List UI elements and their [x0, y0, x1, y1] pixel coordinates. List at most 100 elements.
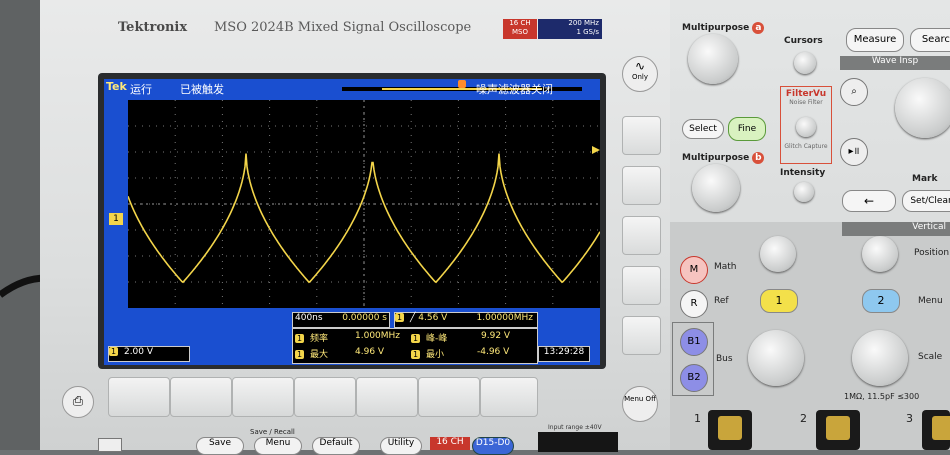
input-range-label: Input range ±40V	[548, 424, 602, 431]
digital-probe-connector	[538, 432, 618, 452]
print-button[interactable]: ⎙	[62, 386, 94, 418]
ch2-scale-knob[interactable]	[852, 330, 908, 386]
save-button[interactable]: Save	[196, 437, 244, 455]
b2-button[interactable]: B2	[680, 364, 708, 392]
menu-label: Menu	[918, 296, 943, 306]
default-setup-button[interactable]: Default	[312, 437, 360, 455]
scale-label: Scale	[918, 352, 943, 362]
ref-button[interactable]: R	[680, 290, 708, 318]
pan-zoom-knob[interactable]	[895, 78, 950, 138]
ch1-menu-button[interactable]: 1	[760, 289, 798, 313]
set-clear-button[interactable]: Set/Clear	[902, 190, 950, 212]
side-button-2[interactable]	[622, 166, 661, 205]
model-name: MSO 2024B Mixed Signal Oscilloscope	[214, 20, 472, 35]
pkpk-value: 9.92 V	[481, 331, 511, 341]
spec-line2: 1 GS/s	[576, 28, 599, 36]
select-button[interactable]: Select	[682, 119, 724, 139]
wave-inspector-header: Wave Insp	[840, 56, 950, 70]
digital-channels-button[interactable]: D15-D0	[472, 437, 514, 455]
multipurpose-b-knob[interactable]	[692, 164, 740, 212]
position-label: Position	[914, 248, 950, 258]
trigger-slope-icon: ╱	[409, 313, 416, 323]
impedance-label: 1MΩ, 11.5pF ≤300	[844, 392, 920, 401]
bottom-button-3[interactable]	[232, 377, 294, 417]
side-button-3[interactable]	[622, 216, 661, 255]
arrow-left-icon: ←	[863, 194, 875, 208]
trigger-level: 4.56 V	[418, 313, 448, 323]
ch3-input-connector[interactable]	[922, 410, 950, 450]
ch1-scale-knob[interactable]	[748, 330, 804, 386]
side-button-5[interactable]	[622, 316, 661, 355]
fine-button[interactable]: Fine	[728, 117, 766, 141]
side-button-1[interactable]	[622, 116, 661, 155]
max-value: 4.96 V	[355, 347, 385, 357]
trigger-level-marker	[592, 146, 600, 154]
measure-button[interactable]: Measure	[846, 28, 904, 52]
side-button-4[interactable]	[622, 266, 661, 305]
bottom-button-7[interactable]	[480, 377, 538, 417]
measurement-panel: 400ns 0.00000 s 1 ╱ 4.56 V 1.00000MHz 1 …	[104, 310, 600, 365]
trigger-channel-badge: 1	[395, 313, 405, 322]
glitch-capture-label: Glitch Capture	[784, 143, 828, 150]
min-label: 最小	[425, 350, 444, 360]
timebase-box: 400ns 0.00000 s	[292, 312, 390, 328]
channel-badge: 16 CH MSO	[503, 19, 537, 39]
prev-mark-button[interactable]: ←	[842, 190, 896, 212]
math-label: Math	[714, 262, 737, 272]
filtervu-label: FilterVu	[785, 89, 827, 99]
noise-filter-label: Noise Filter	[789, 99, 823, 106]
clock: 13:29:28	[538, 346, 590, 362]
measure-box: 1 频率 1.000MHz 1 峰-峰 9.92 V 1 最大 4.96 V 1…	[292, 328, 538, 364]
ch2-menu-button[interactable]: 2	[862, 289, 900, 313]
intensity-button[interactable]	[794, 182, 814, 202]
bottom-button-4[interactable]	[294, 377, 356, 417]
16ch-label: 16 CH	[430, 437, 470, 450]
bottom-button-2[interactable]	[170, 377, 232, 417]
meas-ch-badge: 1	[295, 350, 305, 359]
ch2-position-knob[interactable]	[862, 236, 898, 272]
math-button[interactable]: M	[680, 256, 708, 284]
filtervu-group: FilterVu Noise Filter Glitch Capture	[780, 86, 832, 164]
b1-button[interactable]: B1	[680, 328, 708, 356]
trigger-state: 已被触发	[180, 83, 224, 96]
save-recall-label: Save / Recall	[250, 428, 295, 436]
input3-label: 3	[906, 412, 913, 425]
trigger-position: 0.00000 s	[342, 313, 387, 323]
ch2-input-connector[interactable]	[816, 410, 860, 450]
bus-label: Bus	[716, 354, 733, 364]
menu-button-recall[interactable]: Menu	[254, 437, 302, 455]
utility-button[interactable]: Utility	[380, 437, 422, 455]
only-label: Only	[631, 73, 649, 81]
ch1-input-connector[interactable]	[708, 410, 752, 450]
meas-ch-badge: 1	[411, 334, 421, 343]
bottom-button-5[interactable]	[356, 377, 418, 417]
min-value: -4.96 V	[477, 347, 510, 357]
printer-icon: ⎙	[72, 394, 84, 409]
ref-label: Ref	[714, 296, 729, 306]
play-pause-icon: ▸॥	[848, 146, 860, 157]
b-badge: b	[752, 152, 765, 164]
mark-label: Mark	[912, 174, 938, 184]
badge-line2: MSO	[512, 28, 528, 36]
only-button[interactable]: ∿ Only	[622, 56, 658, 92]
timebase: 400ns	[295, 313, 323, 323]
bottom-button-1[interactable]	[108, 377, 170, 417]
wave-icon: ∿	[634, 59, 646, 73]
menu-off-button[interactable]: Menu Off	[622, 386, 658, 422]
play-pause-button[interactable]: ▸॥	[840, 138, 868, 166]
filtervu-button[interactable]	[796, 117, 816, 137]
zoom-button[interactable]: ⌕	[840, 78, 868, 106]
freq-value: 1.000MHz	[355, 331, 401, 341]
input2-label: 2	[800, 412, 807, 425]
ch1-position-knob[interactable]	[760, 236, 796, 272]
brand-logo: Tektronix	[118, 20, 188, 35]
badge-line1: 16 CH	[509, 19, 531, 27]
bottom-button-6[interactable]	[418, 377, 480, 417]
search-button[interactable]: Search	[910, 28, 950, 52]
meas-ch-badge: 1	[295, 334, 305, 343]
background-left	[0, 0, 40, 450]
freq-label: 频率	[309, 334, 328, 344]
cursors-button[interactable]	[794, 52, 816, 74]
tek-logo: Tek	[106, 80, 127, 93]
multipurpose-a-knob[interactable]	[688, 34, 738, 84]
